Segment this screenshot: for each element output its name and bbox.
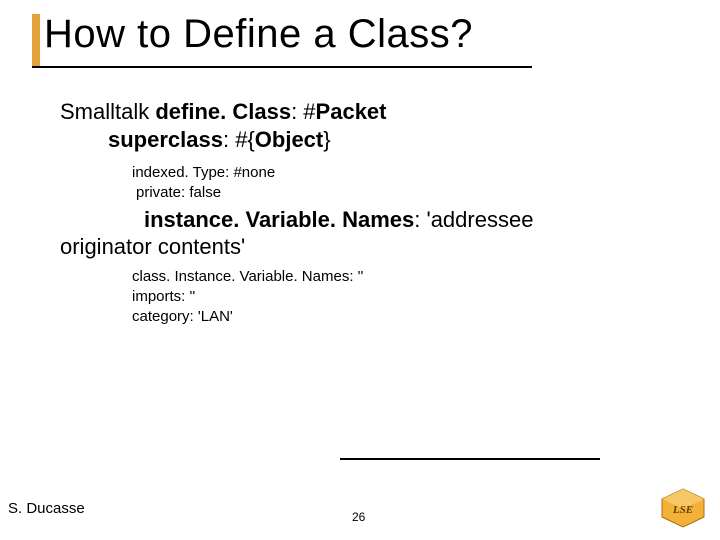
text-bold: instance. Variable. Names bbox=[144, 207, 414, 232]
content-block: Smalltalk define. Class: #Packet supercl… bbox=[60, 96, 670, 327]
code-line-2: superclass: #{Object} bbox=[108, 126, 670, 154]
code-line-3: indexed. Type: #none bbox=[132, 163, 670, 183]
text: : #{ bbox=[223, 127, 255, 152]
footer-author: S. Ducasse bbox=[8, 500, 85, 517]
code-line-4: private: false bbox=[136, 183, 670, 203]
slide-title: How to Define a Class? bbox=[44, 12, 473, 57]
svg-text:LSE: LSE bbox=[672, 504, 693, 516]
text-bold: Object bbox=[255, 127, 323, 152]
text: : # bbox=[291, 99, 315, 124]
lse-logo-icon: LSE bbox=[660, 488, 706, 528]
bottom-rule bbox=[340, 458, 600, 460]
text-bold: define. Class bbox=[155, 99, 291, 124]
code-line-5: instance. Variable. Names: 'addressee bbox=[60, 206, 670, 234]
text-bold: Packet bbox=[316, 99, 387, 124]
text: } bbox=[323, 127, 330, 152]
title-underline bbox=[32, 66, 532, 68]
code-line-7: class. Instance. Variable. Names: '' bbox=[132, 267, 670, 287]
code-line-1: Smalltalk define. Class: #Packet bbox=[60, 98, 670, 126]
accent-bar bbox=[32, 14, 40, 68]
code-line-6: originator contents' bbox=[60, 233, 670, 261]
text-bold: superclass bbox=[108, 127, 223, 152]
code-line-8: imports: '' bbox=[132, 287, 670, 307]
page-number: 26 bbox=[352, 510, 365, 524]
text: Smalltalk bbox=[60, 99, 155, 124]
code-line-9: category: 'LAN' bbox=[132, 307, 670, 327]
text: : 'addressee bbox=[414, 207, 533, 232]
